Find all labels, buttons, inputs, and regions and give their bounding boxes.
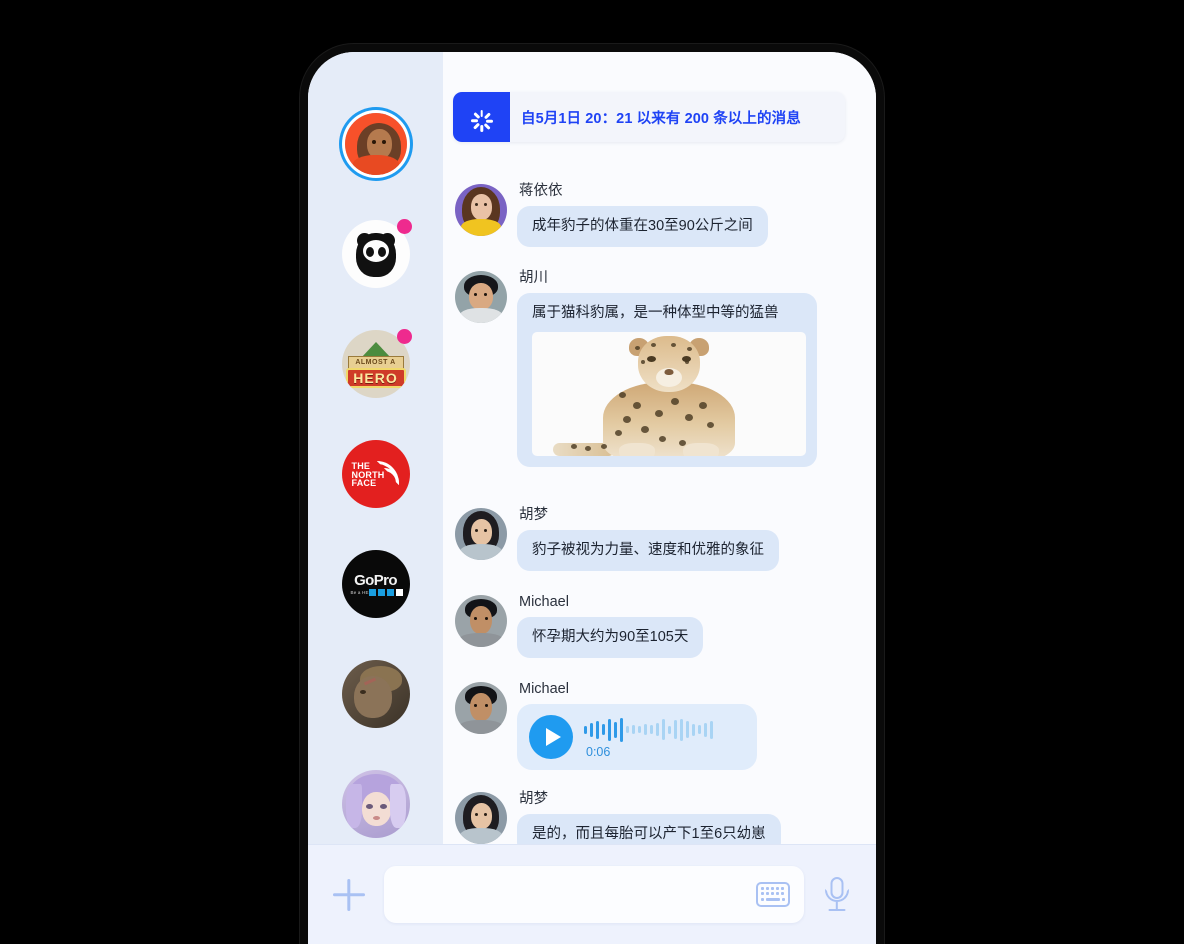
- message-composer: [308, 844, 876, 944]
- keyboard-icon[interactable]: [756, 882, 790, 907]
- sparkle-glyph: [470, 105, 494, 132]
- sparkle-icon: [453, 92, 510, 142]
- sidebar-item-avatar-illustrated-person[interactable]: [342, 110, 410, 178]
- message-item[interactable]: 胡梦 豹子被视为力量、速度和优雅的象征: [455, 507, 779, 572]
- message-item[interactable]: 蒋依依 成年豹子的体重在30至90公斤之间: [455, 183, 768, 248]
- message-bubble[interactable]: 怀孕期大约为90至105天: [517, 616, 704, 659]
- message-sender: 胡梦: [519, 507, 548, 523]
- play-icon[interactable]: [529, 714, 573, 759]
- avatar-gopro: GoPro Be a HERO: [341, 550, 410, 618]
- phone-frame: ALMOST A HERO THE NORTH FACE GoPro Be a HE…: [300, 44, 884, 944]
- leopard-photo[interactable]: [532, 332, 806, 457]
- sidebar-item-avatar-gopro[interactable]: GoPro Be a HERO: [341, 550, 410, 618]
- unread-badge: [396, 219, 412, 234]
- avatar-anime-character: [341, 770, 410, 838]
- banner-label: 自5月1日 20：21 以来有 200 条以上的消息: [521, 110, 801, 127]
- conversation-sidebar[interactable]: ALMOST A HERO THE NORTH FACE GoPro Be a HE…: [308, 52, 443, 844]
- message-bubble[interactable]: 属于猫科豹属，是一种体型中等的猛兽: [517, 292, 817, 468]
- sidebar-item-avatar-almost-a-hero[interactable]: ALMOST A HERO: [341, 329, 412, 398]
- sidebar-item-avatar-warrior-character[interactable]: [341, 660, 410, 728]
- phone-screen: ALMOST A HERO THE NORTH FACE GoPro Be a HE…: [308, 52, 876, 944]
- message-sender: 胡梦: [519, 791, 548, 807]
- message-bubble[interactable]: 是的，而且每胎可以产下1至6只幼崽: [517, 813, 781, 844]
- message-item[interactable]: Michael 怀孕期大约为90至105天: [455, 594, 704, 659]
- message-sender: Michael: [519, 681, 569, 697]
- message-bubble[interactable]: 成年豹子的体重在30至90公斤之间: [517, 205, 768, 248]
- avatar-illustrated-person: [344, 113, 407, 175]
- avatar[interactable]: [455, 595, 507, 647]
- hero-title-label: HERO: [345, 368, 406, 388]
- avatar[interactable]: [455, 508, 507, 560]
- sidebar-item-avatar-anime-character[interactable]: [341, 770, 410, 838]
- voice-message-bubble[interactable]: 0:06: [517, 703, 757, 770]
- voice-duration: 0:06: [586, 744, 611, 759]
- avatar-art: [344, 113, 407, 175]
- unread-badge: [396, 329, 412, 344]
- sidebar-item-avatar-the-north-face[interactable]: THE NORTH FACE: [341, 440, 410, 508]
- message-item[interactable]: Michael 0:06: [455, 682, 757, 770]
- message-text: 属于猫科豹属，是一种体型中等的猛兽: [532, 304, 779, 321]
- message-sender: 胡川: [519, 270, 548, 286]
- message-sender: 蒋依依: [519, 183, 563, 199]
- add-attachment-icon[interactable]: [330, 876, 368, 914]
- avatar[interactable]: [455, 271, 507, 323]
- message-sender: Michael: [519, 594, 569, 610]
- avatar[interactable]: [455, 792, 507, 844]
- avatar-warrior-character: [341, 660, 410, 728]
- sidebar-item-avatar-wwf-panda[interactable]: [341, 219, 412, 288]
- avatar-the-north-face: THE NORTH FACE: [341, 440, 410, 508]
- chat-message-list[interactable]: 自5月1日 20：21 以来有 200 条以上的消息 蒋依依 成年豹子的体重在3…: [443, 52, 876, 844]
- avatar[interactable]: [455, 682, 507, 734]
- microphone-icon[interactable]: [820, 876, 854, 914]
- message-bubble[interactable]: 豹子被视为力量、速度和优雅的象征: [517, 529, 779, 572]
- waveform: [584, 717, 714, 742]
- message-item[interactable]: 胡川 属于猫科豹属，是一种体型中等的猛兽: [455, 270, 817, 468]
- message-input[interactable]: [384, 866, 804, 923]
- gopro-label: GoPro: [354, 572, 397, 589]
- avatar[interactable]: [455, 184, 507, 236]
- new-messages-banner[interactable]: 自5月1日 20：21 以来有 200 条以上的消息: [453, 92, 845, 142]
- message-item[interactable]: 胡梦 是的，而且每胎可以产下1至6只幼崽: [455, 792, 781, 844]
